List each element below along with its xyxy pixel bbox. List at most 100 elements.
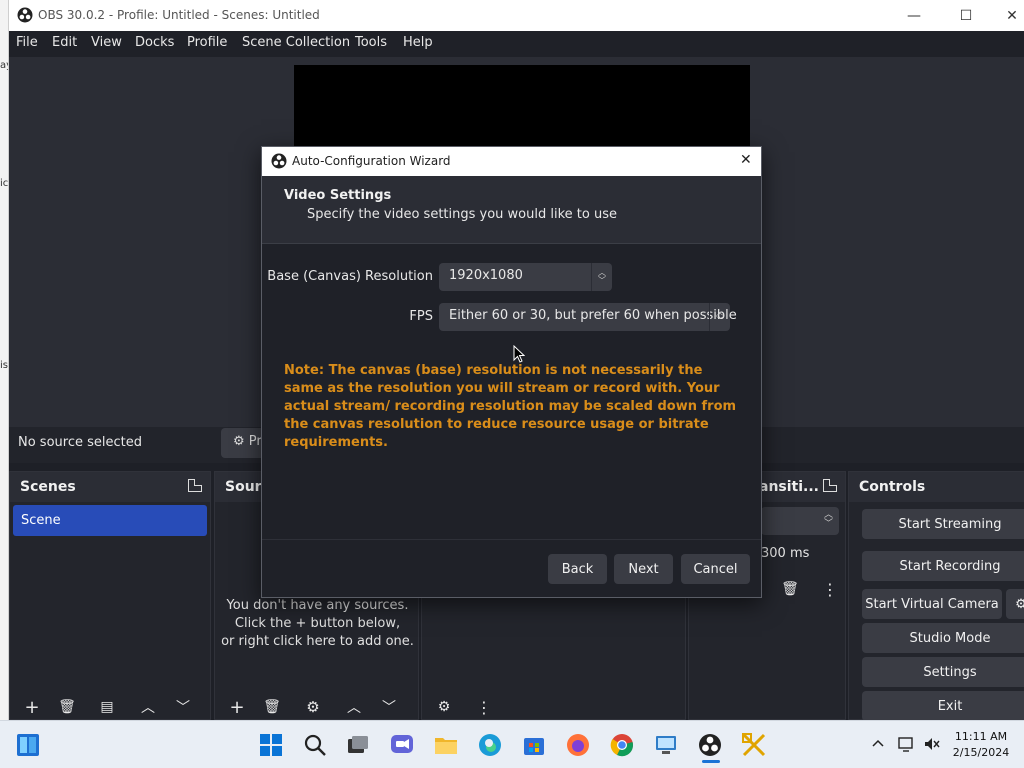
duration-value: 300 ms: [761, 546, 810, 561]
move-source-down-icon[interactable]: ﹀: [375, 695, 403, 719]
speaker-muted-icon[interactable]: [923, 735, 941, 753]
remove-transition-trash-icon[interactable]: 🗑: [776, 577, 804, 601]
sources-empty-line: You don't have any sources.: [226, 598, 409, 613]
maximize-button[interactable]: ☐: [944, 0, 988, 31]
firefox-icon[interactable]: [565, 732, 591, 758]
dialog-title-bar[interactable]: Auto-Configuration Wizard ✕: [262, 147, 761, 176]
clock[interactable]: 11:11 AM 2/15/2024: [950, 729, 1012, 761]
start-recording-button[interactable]: Start Recording: [862, 551, 1024, 581]
page-heading: Video Settings: [284, 188, 392, 203]
mixer-menu-kebab-icon[interactable]: ⋮: [470, 695, 498, 719]
minimize-button[interactable]: —: [892, 0, 936, 31]
move-scene-down-icon[interactable]: ﹀: [169, 695, 197, 719]
mixer-advanced-gear-icon[interactable]: ⚙: [430, 695, 458, 719]
task-view-icon[interactable]: [345, 732, 371, 758]
chevron-updown-icon: ︿ ﹀: [709, 303, 730, 331]
chat-icon[interactable]: [389, 732, 415, 758]
background-text-fragment: is: [0, 360, 8, 371]
background-text-fragment: ic: [0, 178, 9, 189]
sources-empty-line: Click the + button below,: [234, 616, 401, 631]
remove-scene-trash-icon[interactable]: 🗑: [53, 695, 81, 719]
canvas-resolution-note: Note: The canvas (base) resolution is no…: [284, 363, 737, 450]
add-scene-icon[interactable]: +: [18, 695, 46, 719]
exit-button[interactable]: Exit: [862, 691, 1024, 720]
controls-title: Controls: [859, 479, 926, 495]
remote-desktop-icon[interactable]: [653, 732, 679, 758]
obs-logo-icon: [17, 7, 33, 23]
transition-select[interactable]: ︿ ﹀: [761, 507, 839, 535]
fps-value: Either 60 or 30, but prefer 60 when poss…: [449, 308, 737, 323]
widgets-icon[interactable]: [15, 732, 41, 758]
menu-tools[interactable]: Tools: [355, 35, 387, 50]
footer-divider: [262, 539, 761, 540]
transitions-title: ansiti...: [759, 479, 819, 495]
studio-mode-button[interactable]: Studio Mode: [862, 623, 1024, 653]
scene-filters-icon[interactable]: ▤: [93, 695, 121, 719]
edge-browser-icon[interactable]: [477, 732, 503, 758]
clock-date: 2/15/2024: [952, 746, 1010, 759]
virtual-camera-settings-gear-icon[interactable]: ⚙: [1006, 589, 1024, 619]
menu-file[interactable]: File: [16, 35, 38, 50]
scenes-title: Scenes: [20, 479, 76, 495]
title-bar[interactable]: OBS 30.0.2 - Profile: Untitled - Scenes:…: [9, 0, 1024, 31]
virtual-camera-label: Start Virtual Camera: [865, 596, 999, 612]
menu-view[interactable]: View: [91, 35, 122, 50]
base-resolution-value: 1920x1080: [449, 268, 523, 283]
base-resolution-label: Base (Canvas) Resolution: [267, 269, 433, 284]
scenes-dock: Scenes Scene + 🗑 ▤ ︿ ﹀: [9, 471, 211, 720]
menu-profile[interactable]: Profile: [187, 35, 227, 50]
obs-logo-icon: [271, 153, 287, 169]
chrome-icon[interactable]: [609, 732, 635, 758]
start-streaming-button[interactable]: Start Streaming: [862, 509, 1024, 539]
move-source-up-icon[interactable]: ︿: [340, 695, 368, 719]
auto-config-wizard-dialog: Auto-Configuration Wizard ✕ Video Settin…: [261, 146, 762, 598]
background-window-edge: ay ic is: [0, 0, 9, 720]
chevron-updown-icon: ︿ ﹀: [591, 263, 612, 291]
no-source-label: No source selected: [18, 435, 142, 450]
scene-list-item[interactable]: Scene: [13, 505, 207, 536]
microsoft-store-icon[interactable]: [521, 732, 547, 758]
base-resolution-combo[interactable]: 1920x1080 ︿ ﹀: [439, 263, 612, 291]
move-scene-up-icon[interactable]: ︿: [134, 695, 162, 719]
menu-edit[interactable]: Edit: [52, 35, 77, 50]
undock-icon[interactable]: [823, 479, 837, 492]
source-properties-gear-icon[interactable]: ⚙: [299, 695, 327, 719]
network-icon[interactable]: [897, 735, 915, 753]
properties-label: Pr: [248, 434, 262, 449]
sources-empty-line: or right click here to add one.: [221, 634, 414, 649]
start-windows-icon[interactable]: [258, 732, 284, 758]
scenes-dock-header: Scenes: [10, 472, 210, 502]
snipping-tool-icon[interactable]: [741, 732, 767, 758]
gear-icon: ⚙: [233, 434, 245, 449]
file-explorer-icon[interactable]: [433, 732, 459, 758]
dialog-title: Auto-Configuration Wizard: [292, 154, 451, 168]
transition-menu-kebab-icon[interactable]: ⋮: [816, 577, 844, 601]
fps-combo[interactable]: Either 60 or 30, but prefer 60 when poss…: [439, 303, 737, 331]
page-subheading: Specify the video settings you would lik…: [307, 207, 617, 222]
next-button[interactable]: Next: [614, 554, 673, 584]
chevron-up-icon[interactable]: [870, 736, 886, 752]
background-text-fragment: ay: [0, 60, 8, 71]
controls-dock-header: Controls: [849, 472, 1024, 502]
search-icon[interactable]: [302, 732, 328, 758]
obs-taskbar-icon[interactable]: [697, 732, 723, 758]
remove-source-trash-icon[interactable]: 🗑: [258, 695, 286, 719]
transition-duration[interactable]: 300 ms: [761, 540, 841, 568]
close-window-button[interactable]: ✕: [990, 0, 1024, 31]
add-source-icon[interactable]: +: [223, 695, 251, 719]
sources-empty-message[interactable]: You don't have any sources. Click the + …: [215, 597, 420, 651]
undock-icon[interactable]: [188, 479, 202, 492]
start-virtual-camera-button[interactable]: Start Virtual Camera: [862, 589, 1002, 619]
cancel-button[interactable]: Cancel: [681, 554, 750, 584]
menu-bar: File Edit View Docks Profile Scene Colle…: [9, 31, 1024, 57]
menu-scene-collection[interactable]: Scene Collection: [242, 35, 350, 50]
chevron-updown-icon: ︿ ﹀: [823, 510, 833, 529]
back-button[interactable]: Back: [548, 554, 607, 584]
dialog-close-button[interactable]: ✕: [740, 152, 752, 168]
dialog-header: Video Settings Specify the video setting…: [262, 176, 761, 244]
settings-button[interactable]: Settings: [862, 657, 1024, 687]
clock-time: 11:11 AM: [954, 730, 1008, 743]
menu-docks[interactable]: Docks: [135, 35, 174, 50]
fps-label: FPS: [409, 309, 433, 324]
menu-help[interactable]: Help: [403, 35, 433, 50]
